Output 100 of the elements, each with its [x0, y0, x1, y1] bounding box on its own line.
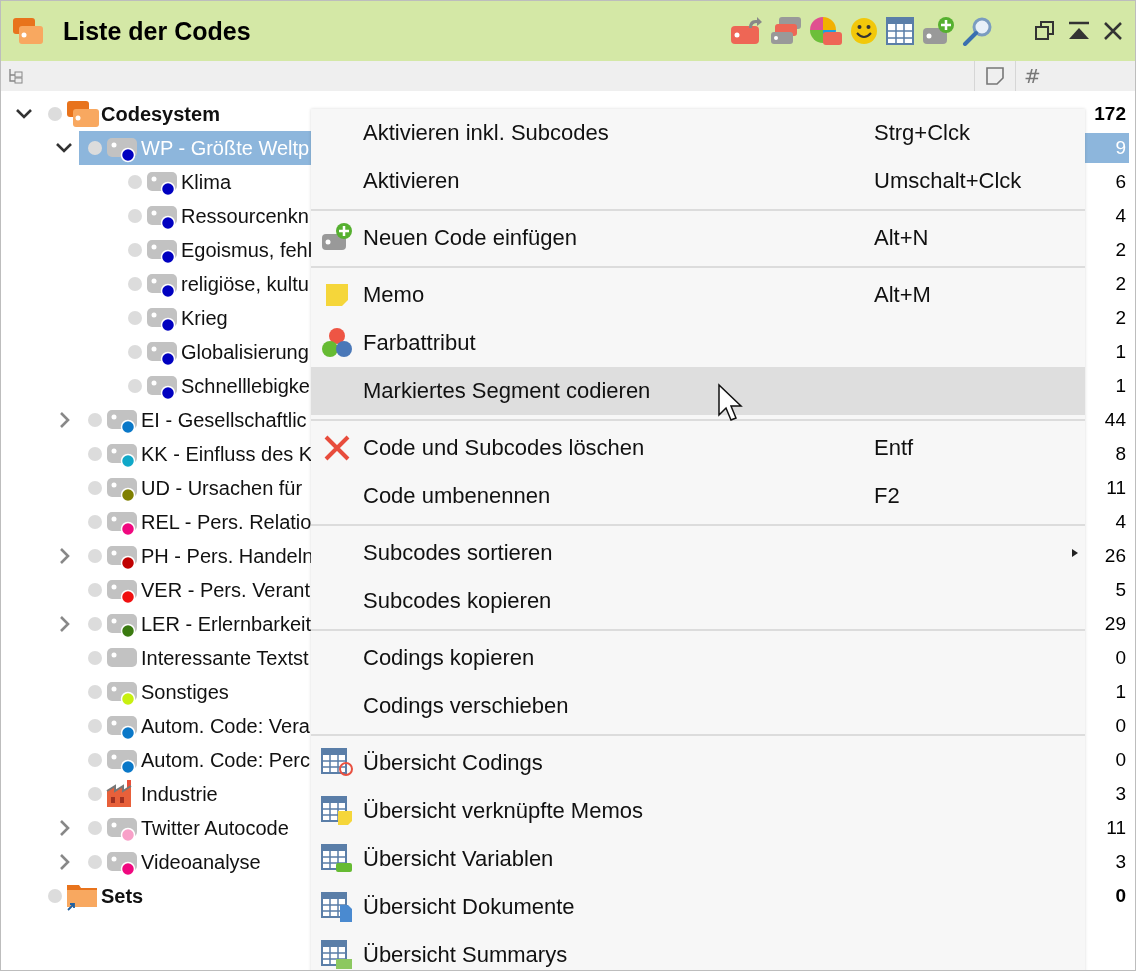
count-cell-text: 3 [1114, 782, 1127, 806]
menu-item[interactable]: Code umbenennen F2 [311, 472, 1085, 520]
count-cell-text: 2 [1114, 306, 1127, 330]
table-icon [320, 795, 354, 827]
count-cell-text: 3 [1114, 850, 1127, 874]
menu-item[interactable]: Code und Subcodes löschen Entf [311, 424, 1085, 472]
tree-item-label[interactable]: Schnelllebigke [181, 374, 310, 398]
tags-icon[interactable] [769, 16, 803, 46]
tags-icon [65, 99, 99, 129]
menu-item[interactable]: Memo Alt+M [311, 271, 1085, 319]
count-cell-text: 0 [1114, 748, 1127, 772]
tree-item-label[interactable]: Interessante Textst [141, 646, 309, 670]
activation-dot-icon[interactable] [87, 718, 103, 734]
menu-item[interactable]: Neuen Code einfügen Alt+N [311, 214, 1085, 262]
tree-item-label[interactable]: Codesystem [101, 102, 220, 126]
table-icon [320, 891, 354, 923]
tree-item-label[interactable]: Globalisierung [181, 340, 309, 364]
tree-item-label[interactable]: Videoanalyse [141, 850, 261, 874]
menu-item[interactable]: Aktivieren Umschalt+Clck [311, 157, 1085, 205]
activation-dot-icon[interactable] [127, 276, 143, 292]
activation-dot-icon[interactable] [47, 106, 63, 122]
table-icon [320, 747, 354, 779]
tree-item-label[interactable]: Autom. Code: Vera [141, 714, 310, 738]
menu-item[interactable]: Übersicht Variablen [311, 835, 1085, 883]
tag-plus-icon[interactable] [921, 16, 955, 46]
memo-icon [984, 65, 1006, 87]
color-circles-icon [320, 327, 354, 359]
tree-item-label[interactable]: Ressourcenkn [181, 204, 309, 228]
count-cell-text: 5 [1114, 578, 1127, 602]
menu-item[interactable]: Übersicht Codings [311, 739, 1085, 787]
menu-item[interactable]: Codings kopieren [311, 634, 1085, 682]
activation-dot-icon[interactable] [127, 242, 143, 258]
activation-dot-icon[interactable] [127, 174, 143, 190]
menu-item[interactable]: Codings verschieben [311, 682, 1085, 730]
table-icon [320, 843, 354, 875]
activation-dot-icon[interactable] [87, 446, 103, 462]
activation-dot-icon[interactable] [87, 786, 103, 802]
tree-item-label[interactable]: Sonstiges [141, 680, 229, 704]
menu-item[interactable]: Übersicht verknüpfte Memos [311, 787, 1085, 835]
tree-item-label[interactable]: Egoismus, fehl [181, 238, 313, 262]
menu-item[interactable]: Subcodes kopieren [311, 577, 1085, 625]
restore-icon[interactable] [1033, 19, 1057, 43]
count-cell-text: 0 [1114, 884, 1127, 908]
tags-icon [11, 16, 45, 46]
activation-dot-icon[interactable] [87, 548, 103, 564]
menu-item[interactable]: Aktivieren inkl. Subcodes Strg+Clck [311, 109, 1085, 157]
tree-item-label[interactable]: Klima [181, 170, 231, 194]
count-cell-text: 8 [1114, 442, 1127, 466]
tree-item-label[interactable]: LER - Erlernbarkeit [141, 612, 312, 636]
tree-icon[interactable] [7, 67, 25, 85]
count-cell-text: 29 [1103, 612, 1127, 636]
tag-arrow-icon[interactable] [729, 16, 763, 46]
count-cell-text: 0 [1114, 646, 1127, 670]
activation-dot-icon[interactable] [127, 378, 143, 394]
count-cell-text: 26 [1103, 544, 1127, 568]
activation-dot-icon[interactable] [87, 854, 103, 870]
count-cell-text: 44 [1103, 408, 1127, 432]
menu-item[interactable]: Farbattribut [311, 319, 1085, 367]
count-cell-text: 2 [1114, 238, 1127, 262]
smiley-icon[interactable] [849, 16, 879, 46]
count-cell-text: 2 [1114, 272, 1127, 296]
pie-chart-icon[interactable] [809, 16, 843, 46]
tree-item-label[interactable]: Autom. Code: Perc [141, 748, 310, 772]
count-cell-text: 172 [1093, 102, 1127, 126]
count-cell-text: 11 [1105, 476, 1127, 500]
table-icon[interactable] [885, 16, 915, 46]
activation-dot-icon[interactable] [87, 412, 103, 428]
count-cell-text: 11 [1105, 816, 1127, 840]
tree-item-label[interactable]: REL - Pers. Relatio [141, 510, 312, 534]
activation-dot-icon[interactable] [127, 310, 143, 326]
activation-dot-icon[interactable] [87, 650, 103, 666]
activation-dot-icon[interactable] [87, 582, 103, 598]
count-column-header[interactable]: # [1015, 61, 1135, 91]
menu-item[interactable]: Subcodes sortieren [311, 529, 1085, 577]
activation-dot-icon[interactable] [87, 140, 103, 156]
activation-dot-icon[interactable] [87, 820, 103, 836]
activation-dot-icon[interactable] [87, 514, 103, 530]
tree-item-label[interactable]: Twitter Autocode [141, 816, 289, 840]
activation-dot-icon[interactable] [87, 616, 103, 632]
menu-item[interactable]: Übersicht Summarys [311, 931, 1085, 970]
tree-item-label[interactable]: Krieg [181, 306, 228, 330]
activation-dot-icon[interactable] [87, 684, 103, 700]
activation-dot-icon[interactable] [87, 752, 103, 768]
menu-item[interactable]: Übersicht Dokumente [311, 883, 1085, 931]
tree-item-label[interactable]: UD - Ursachen für [141, 476, 303, 500]
tree-item-label[interactable]: VER - Pers. Verant [141, 578, 310, 602]
tree-item-label[interactable]: religiöse, kultu [181, 272, 309, 296]
menu-item[interactable]: Markiertes Segment codieren [311, 367, 1085, 415]
tree-item-label[interactable]: KK - Einfluss des K [141, 442, 313, 466]
delete-icon [322, 433, 352, 463]
tree-item-label[interactable]: Sets [101, 884, 144, 908]
count-cell: 9 [1083, 133, 1129, 163]
activation-dot-icon[interactable] [127, 208, 143, 224]
activation-dot-icon[interactable] [127, 344, 143, 360]
tree-item-label[interactable]: Industrie [141, 782, 218, 806]
tree-item-label[interactable]: PH - Pers. Handeln [141, 544, 314, 568]
activation-dot-icon[interactable] [47, 888, 63, 904]
count-cell-text: 4 [1114, 204, 1127, 228]
activation-dot-icon[interactable] [87, 480, 103, 496]
tree-item-label[interactable]: EI - Gesellschaftlic [141, 408, 307, 432]
